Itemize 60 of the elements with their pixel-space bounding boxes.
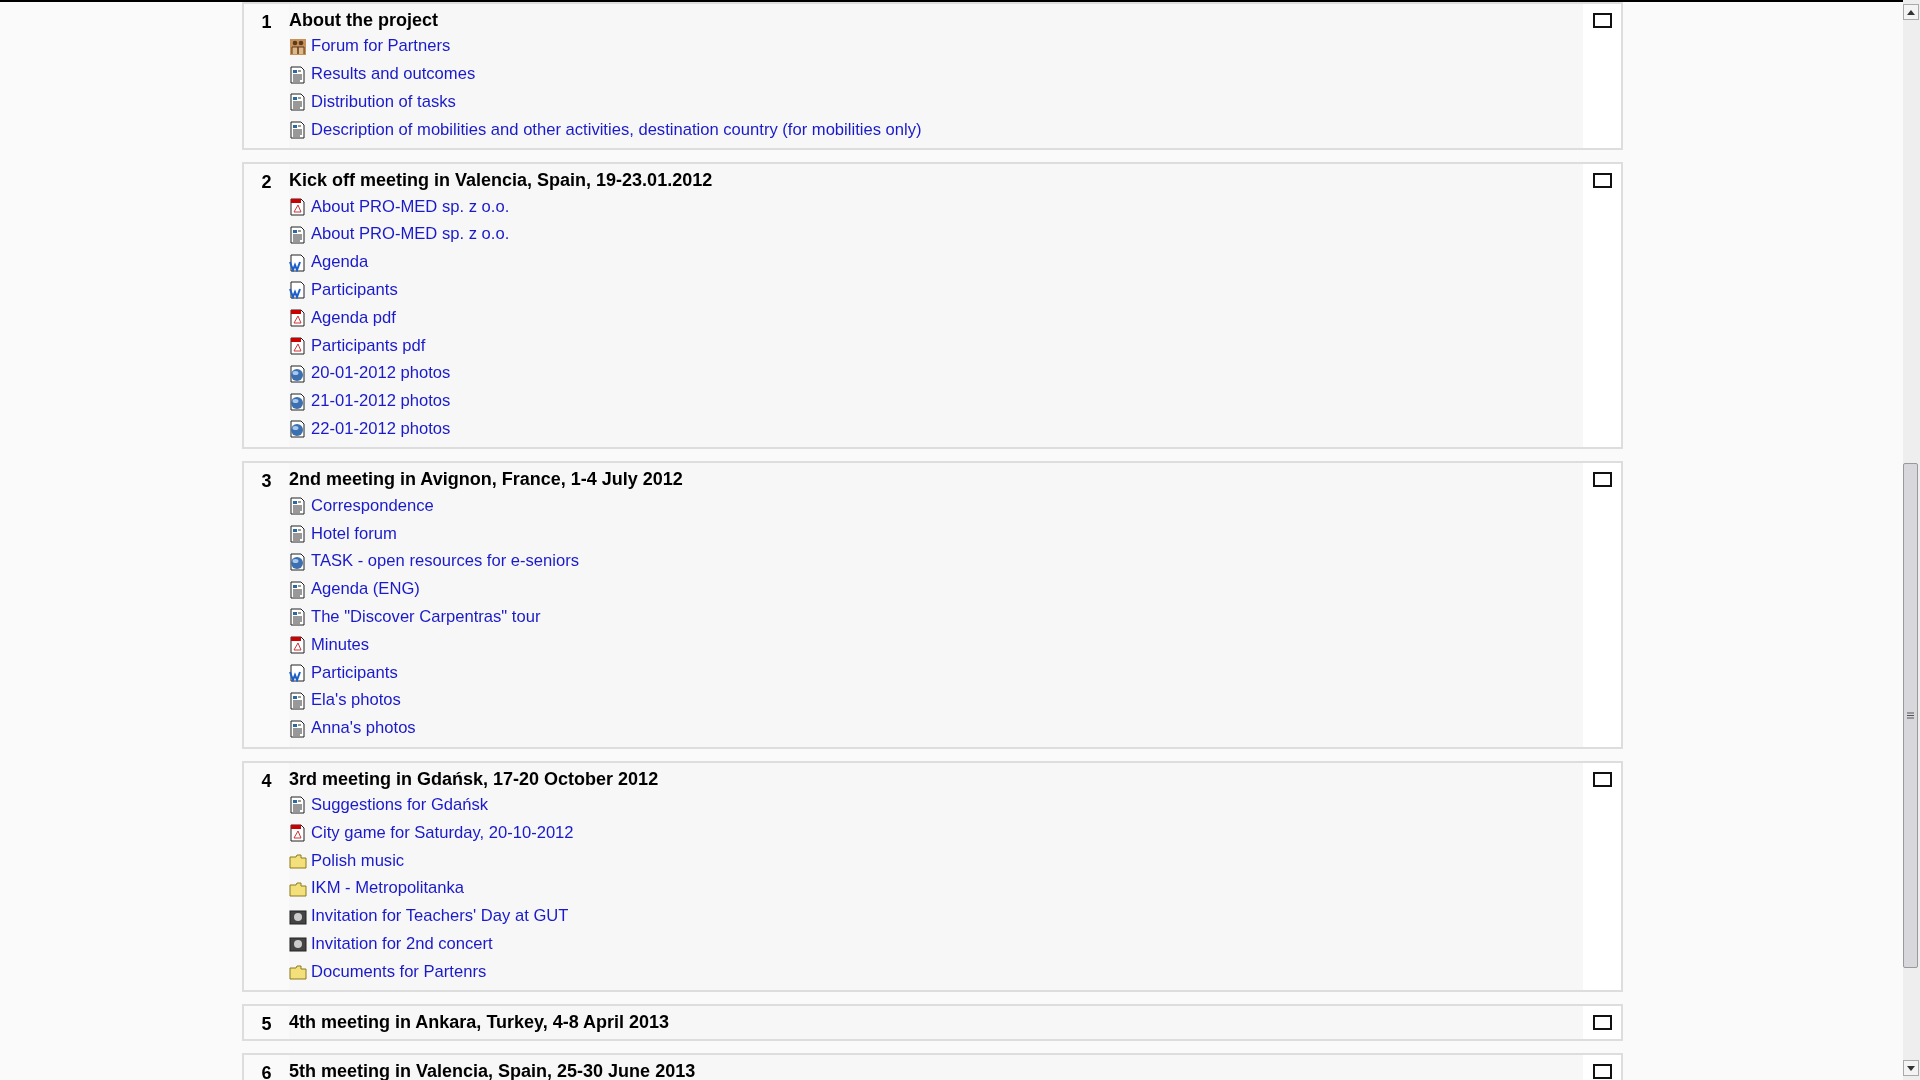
- activity-link[interactable]: Hotel forum: [311, 521, 397, 547]
- activity-link[interactable]: Results and outcomes: [311, 62, 476, 88]
- square-icon[interactable]: [1592, 13, 1612, 28]
- section-number: 3: [261, 471, 272, 492]
- scroll-down-button[interactable]: [1903, 1060, 1919, 1076]
- activity-link[interactable]: TASK - open resources for e-seniors: [311, 549, 580, 575]
- image-icon: [289, 935, 307, 954]
- activity-link[interactable]: IKM - Metropolitanka: [311, 876, 465, 902]
- grip-icon: [1907, 712, 1914, 719]
- activity-link[interactable]: Participants pdf: [311, 333, 426, 359]
- section-title: 3rd meeting in Gdańsk, 17-20 October 2012: [289, 768, 659, 789]
- activity-link[interactable]: Forum for Partners: [311, 34, 451, 60]
- folder-icon: [289, 852, 307, 870]
- activity-link[interactable]: Polish music: [311, 848, 405, 874]
- activity-link[interactable]: Ela's photos: [311, 688, 401, 714]
- activity-link[interactable]: The "Discover Carpentras" tour: [311, 605, 541, 630]
- section-number: 2: [261, 172, 272, 193]
- activity-link[interactable]: 22-01-2012 photos: [311, 417, 451, 442]
- square-icon[interactable]: [1592, 173, 1612, 189]
- activity-link[interactable]: 20-01-2012 photos: [311, 361, 451, 387]
- activity-link[interactable]: 21-01-2012 photos: [311, 389, 451, 415]
- scrollbar[interactable]: [1903, 0, 1920, 1080]
- activity-link[interactable]: Minutes: [311, 632, 370, 658]
- down-arrow-icon: [1907, 1065, 1915, 1071]
- section-title: 4th meeting in Ankara, Turkey, 4-8 April 2013: [289, 1012, 670, 1033]
- scrollbar-thumb[interactable]: [1903, 463, 1918, 968]
- square-icon[interactable]: [1592, 771, 1612, 787]
- section-number: 6: [261, 1063, 272, 1080]
- section-number: 1: [261, 12, 272, 32]
- section-title: Kick off meeting in Valencia, Spain, 19-23.01.2012: [289, 170, 713, 191]
- scroll-up-button[interactable]: [1903, 4, 1919, 20]
- section-number: 5: [261, 1014, 272, 1035]
- activity-link[interactable]: Participants: [311, 660, 398, 686]
- activity-link[interactable]: Participants: [311, 278, 398, 303]
- activity-link[interactable]: Anna's photos: [311, 716, 416, 742]
- section-title: 2nd meeting in Avignon, France, 1-4 July 2012: [289, 469, 683, 490]
- section-number: 4: [261, 770, 272, 791]
- activity-link[interactable]: Distribution of tasks: [311, 90, 456, 115]
- activity-link[interactable]: Documents for Partenrs: [311, 959, 487, 985]
- activity-link[interactable]: City game for Saturday, 20-10-2012: [311, 820, 574, 846]
- activity-link[interactable]: Invitation for Teachers' Day at GUT: [311, 904, 569, 930]
- people-icon: [289, 37, 307, 56]
- activity-link[interactable]: About PRO-MED sp. z o.o.: [311, 222, 510, 248]
- section-title: 5th meeting in Valencia, Spain, 25-30 June 2013: [289, 1061, 696, 1080]
- activity-link[interactable]: Suggestions for Gdańsk: [311, 793, 489, 818]
- square-icon[interactable]: [1592, 1015, 1612, 1031]
- activity-link[interactable]: Description of mobilities and other activities, destination country (for mobilities only): [311, 117, 922, 143]
- section-title: About the project: [289, 10, 438, 30]
- activity-link[interactable]: Invitation for 2nd concert: [311, 931, 493, 957]
- activity-link[interactable]: Agenda pdf: [311, 305, 396, 331]
- activity-link[interactable]: Agenda (ENG): [311, 577, 420, 603]
- up-arrow-icon: [1907, 9, 1915, 15]
- image-icon: [289, 907, 307, 926]
- square-icon[interactable]: [1592, 1064, 1612, 1080]
- activity-link[interactable]: Correspondence: [311, 493, 434, 519]
- folder-icon: [289, 963, 307, 982]
- activity-link[interactable]: About PRO-MED sp. z o.o.: [311, 194, 510, 220]
- folder-icon: [289, 879, 307, 898]
- square-icon[interactable]: [1592, 472, 1612, 488]
- activity-link[interactable]: Agenda: [311, 250, 369, 276]
